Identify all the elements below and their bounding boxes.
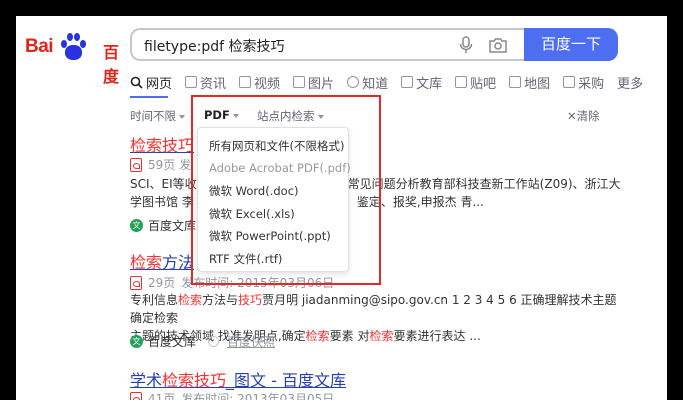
result-3-meta: 41页 发布时间: 2013年03月05日 [130,390,334,400]
tab-news[interactable]: 资讯 [185,72,226,92]
map-icon [509,76,522,88]
pdf-icon [130,157,142,172]
baidu-logo[interactable]: Bai 百度 [25,31,119,86]
result-1-meta: 59页 发 [130,156,191,173]
tab-wenku[interactable]: 文库 [401,72,442,92]
tab-tieba[interactable]: 贴吧 [455,72,496,92]
highlight-annotation-frame [191,95,381,285]
clear-filter-button[interactable]: ✕清除 [567,108,600,124]
tab-images[interactable]: 图片 [293,72,334,92]
result-2-source: 文百度文库 百度快照 [130,333,275,350]
search-input[interactable]: filetype:pdf 检索技巧 [130,28,542,61]
result-1-title[interactable]: 检索技巧 [130,132,194,156]
cache-link[interactable]: 百度快照 [227,333,275,350]
cache-icon [208,336,220,347]
active-tab-indicator [130,96,168,98]
tab-more[interactable]: 更多 [617,72,643,92]
tab-web[interactable]: 网页 [130,72,172,92]
result-2-title[interactable]: 检索方法 [130,249,194,273]
result-3-title[interactable]: 学术检索技巧_图文 - 百度文库 [130,367,346,391]
camera-icon[interactable] [488,36,508,54]
time-filter[interactable]: 时间不限 [130,108,185,124]
cart-icon [563,76,576,88]
close-icon: ✕ [567,109,577,123]
search-tabs: 网页 资讯 视频 图片 知道 文库 贴吧 地图 采购 更多 [130,72,656,92]
microphone-icon[interactable] [458,36,474,54]
tab-purchase[interactable]: 采购 [563,72,604,92]
wenku-logo-icon: 文 [130,335,143,348]
search-button[interactable]: 百度一下 [524,28,618,61]
browser-viewport: Bai 百度 filetype:pdf 检索技巧 百度一下 网页 资讯 视频 图… [16,16,667,400]
paw-icon [59,31,87,61]
tab-video[interactable]: 视频 [239,72,280,92]
question-icon [347,76,360,88]
pdf-icon [130,275,142,290]
search-icon [130,76,143,89]
tieba-icon [455,76,468,88]
news-icon [185,76,198,88]
video-icon [239,76,252,88]
search-query: filetype:pdf 检索技巧 [144,39,285,55]
tab-map[interactable]: 地图 [509,72,550,92]
image-icon [293,76,306,88]
pdf-icon [130,391,142,400]
chevron-down-icon [179,114,185,119]
wenku-logo-icon: 文 [130,219,143,232]
document-icon [401,76,414,88]
tab-zhidao[interactable]: 知道 [347,72,388,92]
result-1-source[interactable]: 文百度文库 [130,217,196,234]
